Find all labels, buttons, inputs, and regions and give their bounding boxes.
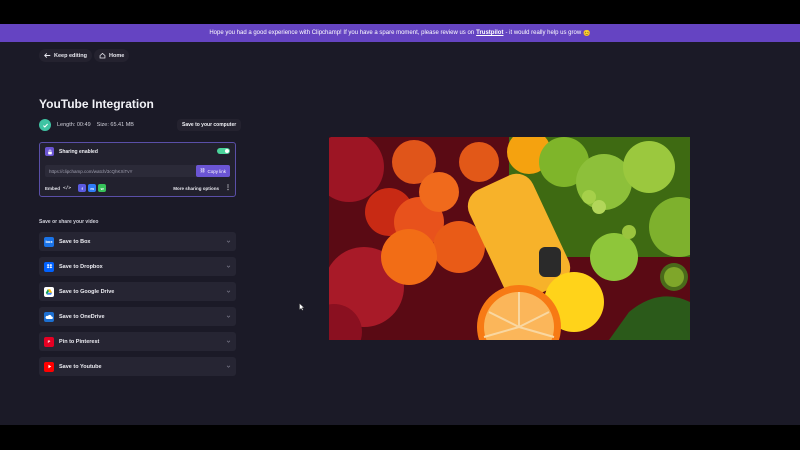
sharing-label: Sharing enabled — [59, 148, 98, 155]
embed-row: Embed </> f m w More sharing options ⋮ — [45, 183, 231, 193]
home-label: Home — [109, 52, 125, 59]
video-preview[interactable] — [329, 137, 690, 340]
mouse-cursor-icon — [299, 303, 305, 311]
save-to-box-button[interactable]: box Save to Box — [39, 232, 236, 251]
video-meta: Length: 00:49 Size: 65.41 MB — [39, 119, 134, 131]
sharing-card: Sharing enabled https://clipchamp.com/wa… — [39, 142, 236, 197]
keep-editing-button[interactable]: Keep editing — [39, 49, 93, 62]
copy-link-label: Copy link — [207, 168, 226, 174]
social-share-list: f m w — [78, 184, 107, 192]
youtube-icon — [44, 361, 54, 372]
dropbox-icon — [44, 261, 54, 272]
page-title: YouTube Integration — [39, 97, 154, 111]
chevron-down-icon — [226, 365, 231, 368]
fruit-image — [329, 137, 690, 340]
save-to-google-drive-button[interactable]: Save to Google Drive — [39, 282, 236, 301]
dest-label: Save to Google Drive — [59, 288, 115, 295]
trustpilot-link[interactable]: Trustpilot — [476, 30, 503, 36]
chevron-down-icon — [226, 315, 231, 318]
dest-label: Save to Youtube — [59, 363, 102, 370]
smile-emoji: 😊 — [583, 30, 591, 37]
arrow-left-icon — [44, 53, 51, 58]
copy-link-button[interactable]: ⛓ Copy link — [195, 165, 230, 177]
pinterest-icon: P — [44, 336, 54, 347]
length-label: Length: 00:49 — [57, 122, 91, 128]
sharing-header: Sharing enabled — [45, 147, 98, 156]
home-button[interactable]: Home — [94, 49, 130, 62]
check-icon — [39, 119, 51, 131]
save-to-youtube-button[interactable]: Save to Youtube — [39, 357, 236, 376]
dest-label: Save to Dropbox — [59, 263, 103, 270]
size-label: Size: 65.41 MB — [96, 122, 134, 128]
chevron-down-icon — [226, 240, 231, 243]
share-url: https://clipchamp.com/watch/3cQhKXiTvY — [49, 168, 133, 174]
save-to-onedrive-button[interactable]: Save to OneDrive — [39, 307, 236, 326]
letterbox-bottom — [0, 425, 800, 450]
letterbox-top — [0, 0, 800, 24]
more-sharing-options-button[interactable]: More sharing options ⋮ — [173, 185, 231, 191]
more-vertical-icon: ⋮ — [225, 185, 231, 191]
lock-icon — [45, 147, 54, 156]
google-drive-icon — [44, 286, 54, 297]
dest-label: Save to Box — [59, 238, 91, 245]
banner-text: Hope you had a good experience with Clip… — [209, 30, 475, 36]
banner-text-after: - it would really help us grow — [505, 30, 582, 36]
whatsapp-icon[interactable]: w — [98, 184, 107, 192]
code-icon: </> — [63, 185, 72, 191]
share-url-field[interactable]: https://clipchamp.com/watch/3cQhKXiTvY ⛓… — [45, 165, 230, 177]
embed-button[interactable]: Embed — [45, 186, 60, 191]
more-sharing-label: More sharing options — [173, 185, 219, 191]
dest-label: Pin to Pinterest — [59, 338, 100, 345]
chevron-down-icon — [226, 340, 231, 343]
box-icon: box — [44, 236, 54, 247]
app-window: Hope you had a good experience with Clip… — [0, 24, 800, 425]
onedrive-icon — [44, 311, 54, 322]
save-section-label: Save or share your video — [39, 219, 99, 225]
keep-editing-label: Keep editing — [54, 52, 88, 59]
save-to-dropbox-button[interactable]: Save to Dropbox — [39, 257, 236, 276]
messenger-icon[interactable]: m — [88, 184, 97, 192]
sharing-toggle[interactable] — [217, 148, 230, 154]
chevron-down-icon — [226, 265, 231, 268]
chevron-down-icon — [226, 290, 231, 293]
review-banner: Hope you had a good experience with Clip… — [0, 24, 800, 42]
link-icon: ⛓ — [199, 168, 206, 173]
facebook-icon[interactable]: f — [78, 184, 87, 192]
save-to-computer-button[interactable]: Save to your computer — [177, 119, 242, 131]
home-icon — [99, 52, 106, 59]
dest-label: Save to OneDrive — [59, 313, 105, 320]
pin-to-pinterest-button[interactable]: P Pin to Pinterest — [39, 332, 236, 351]
